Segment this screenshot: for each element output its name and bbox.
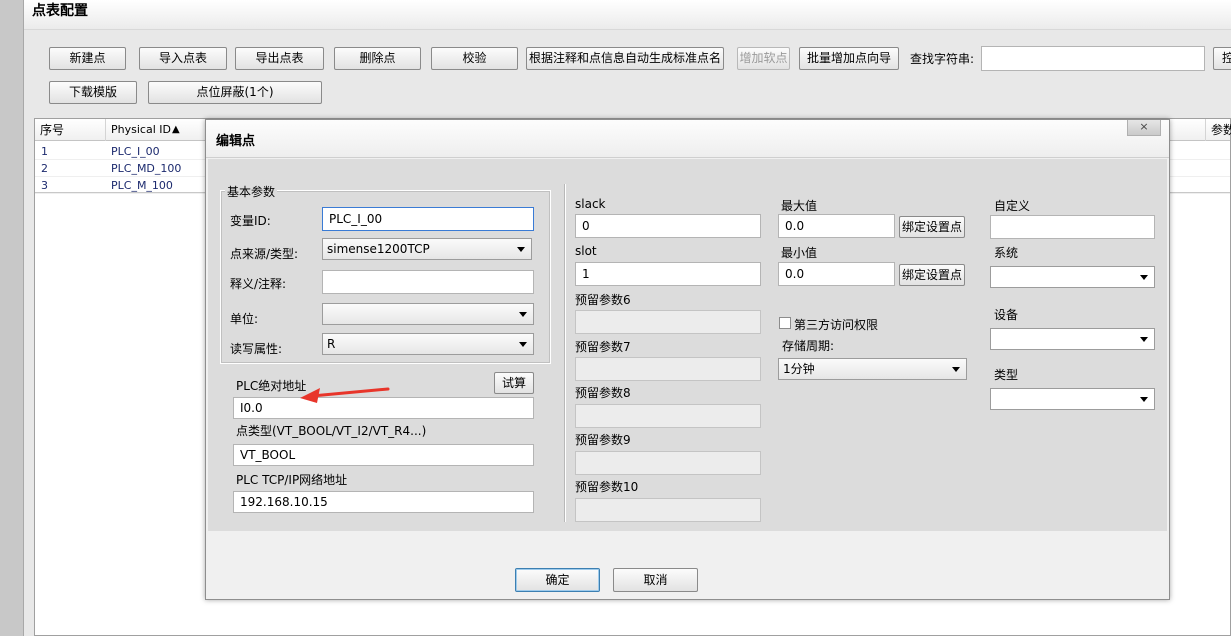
unit-select[interactable] <box>322 303 534 325</box>
rw-attr-label: 读写属性: <box>230 342 283 356</box>
reserve6-label: 预留参数6 <box>575 293 631 307</box>
row-index: 2 <box>41 162 48 175</box>
slot-input[interactable]: 1 <box>575 262 761 286</box>
chevron-down-icon <box>952 367 960 372</box>
third-party-access-checkbox[interactable] <box>779 317 791 329</box>
import-points-button[interactable]: 导入点表 <box>139 47 227 70</box>
source-type-label: 点来源/类型: <box>230 247 299 261</box>
edit-point-dialog: 编辑点 × 基本参数 变量ID: PLC_I_00 点来源/类型: simens… <box>205 119 1170 600</box>
ok-button[interactable]: 确定 <box>515 568 600 592</box>
window-title-bar: 点表配置 <box>24 0 1231 30</box>
reserve7-input[interactable] <box>575 357 761 381</box>
var-id-label: 变量ID: <box>230 214 271 228</box>
storage-period-select[interactable]: 1分钟 <box>778 358 967 380</box>
verify-button[interactable]: 校验 <box>431 47 518 70</box>
column-physical-id-label: Physical ID <box>111 123 171 136</box>
reserve7-label: 预留参数7 <box>575 340 631 354</box>
device-label: 设备 <box>994 308 1019 322</box>
chevron-down-icon <box>1140 397 1148 402</box>
annotation-arrow-icon <box>300 387 390 403</box>
export-points-button[interactable]: 导出点表 <box>235 47 324 70</box>
bind-setpoint-min-button[interactable]: 绑定设置点 <box>899 264 965 286</box>
point-type-input[interactable]: VT_BOOL <box>233 444 534 466</box>
rw-attr-select[interactable]: R <box>322 333 534 355</box>
slack-input[interactable]: 0 <box>575 214 761 238</box>
row-physical-id: PLC_MD_100 <box>111 162 182 175</box>
storage-period-value: 1分钟 <box>783 362 815 376</box>
search-label: 查找字符串: <box>910 52 975 66</box>
custom-input[interactable] <box>990 215 1155 239</box>
row-physical-id: PLC_I_00 <box>111 145 160 158</box>
column-header-index[interactable]: 序号 <box>35 119 106 141</box>
reserve10-input[interactable] <box>575 498 761 522</box>
reserve8-label: 预留参数8 <box>575 386 631 400</box>
min-value-input[interactable]: 0.0 <box>778 262 895 286</box>
custom-label: 自定义 <box>994 199 1031 213</box>
test-calc-button[interactable]: 试算 <box>494 372 534 394</box>
device-select[interactable] <box>990 328 1155 350</box>
reserve9-input[interactable] <box>575 451 761 475</box>
close-icon[interactable]: × <box>1127 120 1161 136</box>
reserve9-label: 预留参数9 <box>575 433 631 447</box>
comment-label: 释义/注释: <box>230 277 287 291</box>
chevron-down-icon <box>517 247 525 252</box>
chevron-down-icon <box>519 312 527 317</box>
reserve6-input[interactable] <box>575 310 761 334</box>
sort-ascending-icon: ▲ <box>172 124 180 135</box>
search-input[interactable] <box>981 46 1205 71</box>
type-select[interactable] <box>990 388 1155 410</box>
system-select[interactable] <box>990 266 1155 288</box>
reserve10-label: 预留参数10 <box>575 480 639 494</box>
slot-label: slot <box>575 244 597 258</box>
bind-setpoint-max-button[interactable]: 绑定设置点 <box>899 216 965 238</box>
slack-label: slack <box>575 197 606 211</box>
row-index: 1 <box>41 145 48 158</box>
download-template-button[interactable]: 下载模版 <box>49 81 137 104</box>
unit-label: 单位: <box>230 312 259 326</box>
delete-point-button[interactable]: 删除点 <box>334 47 421 70</box>
var-id-input[interactable]: PLC_I_00 <box>322 207 534 231</box>
source-type-select[interactable]: simense1200TCP <box>322 238 532 260</box>
cancel-button[interactable]: 取消 <box>613 568 698 592</box>
left-panel-strip <box>0 0 24 636</box>
third-party-access-label: 第三方访问权限 <box>794 318 879 332</box>
plc-ip-label: PLC TCP/IP网络地址 <box>236 473 348 487</box>
auto-generate-names-button[interactable]: 根据注释和点信息自动生成标准点名 <box>526 47 724 70</box>
point-mask-button[interactable]: 点位屏蔽(1个) <box>148 81 322 104</box>
dialog-body: 基本参数 变量ID: PLC_I_00 点来源/类型: simense1200T… <box>208 159 1167 531</box>
source-type-value: simense1200TCP <box>327 242 430 256</box>
dialog-title-bar: 编辑点 × <box>206 120 1169 158</box>
batch-add-wizard-button[interactable]: 批量增加点向导 <box>799 47 899 70</box>
reserve8-input[interactable] <box>575 404 761 428</box>
chevron-down-icon <box>1140 337 1148 342</box>
basic-params-title: 基本参数 <box>225 183 278 200</box>
dialog-title: 编辑点 <box>216 134 256 149</box>
chevron-down-icon <box>1140 275 1148 280</box>
chevron-down-icon <box>519 342 527 347</box>
storage-period-label: 存储周期: <box>782 339 835 353</box>
plc-ip-input[interactable]: 192.168.10.15 <box>233 491 534 513</box>
search-button[interactable]: 控 <box>1213 47 1231 70</box>
comment-input[interactable] <box>322 270 534 294</box>
max-value-input[interactable]: 0.0 <box>778 214 895 238</box>
min-value-label: 最小值 <box>781 246 818 260</box>
window-title: 点表配置 <box>32 3 88 19</box>
point-type-label: 点类型(VT_BOOL/VT_I2/VT_R4...) <box>236 424 427 438</box>
system-label: 系统 <box>994 246 1019 260</box>
column-divider <box>564 184 566 522</box>
new-point-button[interactable]: 新建点 <box>49 47 126 70</box>
max-value-label: 最大值 <box>781 199 818 213</box>
add-soft-point-button[interactable]: 增加软点 <box>737 47 790 70</box>
rw-attr-value: R <box>327 337 336 351</box>
type-label: 类型 <box>994 368 1019 382</box>
column-header-params[interactable]: 参数 <box>1205 119 1231 141</box>
